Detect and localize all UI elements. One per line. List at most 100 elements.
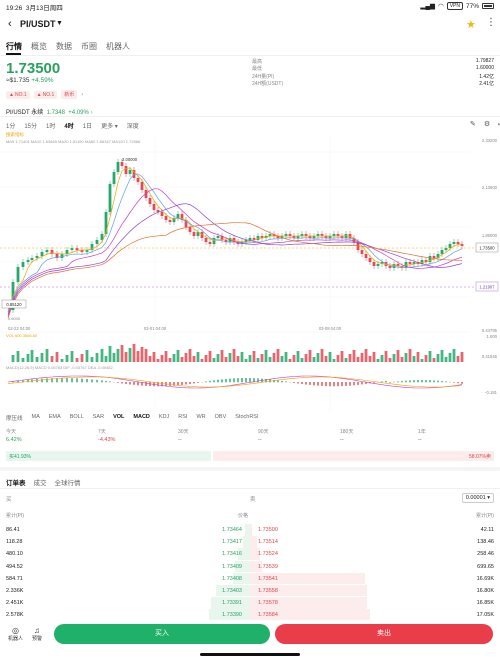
y-tick-label: 2.33200 xyxy=(482,138,498,143)
new-coin-badge[interactable]: 新币 xyxy=(61,90,78,99)
indicator-tab[interactable]: SAR xyxy=(93,414,104,422)
candle xyxy=(248,238,252,240)
tab-overview[interactable]: 概览 xyxy=(31,41,47,52)
orderbook-row[interactable]: 118.28 1.73417 1.73514 138.46 xyxy=(6,536,494,548)
tab-coin-circle[interactable]: 币圈 xyxy=(81,41,97,52)
orderbook-row[interactable]: 86.41 1.73464 1.73500 42.11 xyxy=(6,524,494,536)
sell-button[interactable]: 卖出 xyxy=(275,624,493,644)
macd-bar xyxy=(357,382,359,385)
macd-bar xyxy=(193,382,195,384)
candle xyxy=(26,260,30,262)
status-time: 19:26 xyxy=(6,5,23,12)
tf-1d[interactable]: 1日 xyxy=(83,121,92,130)
indicator-tab[interactable]: MA xyxy=(32,414,40,422)
alert-button[interactable]: ♫ 预警 xyxy=(32,626,42,642)
tf-15m[interactable]: 15分 xyxy=(24,121,37,130)
chevron-right-icon[interactable]: › xyxy=(81,92,83,98)
candle xyxy=(40,252,44,256)
volume-bar xyxy=(132,344,136,362)
candle xyxy=(256,236,260,240)
precision-select[interactable]: 0.00001 ▾ xyxy=(461,493,494,503)
macd-bar xyxy=(445,381,447,383)
settings-icon[interactable]: ⚙ xyxy=(484,120,490,128)
performance-cell: 7天 -4.43% xyxy=(98,429,116,443)
volume-bar xyxy=(85,350,89,362)
volume-bar xyxy=(40,353,44,362)
volume-bar xyxy=(228,353,232,362)
indicator-tab[interactable]: OBV xyxy=(215,414,227,422)
indicator-tab[interactable]: KDJ xyxy=(159,414,169,422)
volume-bar xyxy=(136,351,140,362)
indicator-tab[interactable]: BOLL xyxy=(70,414,84,422)
macd-bar xyxy=(341,382,343,387)
indicator-tab[interactable]: StochRSI xyxy=(235,414,258,422)
candle xyxy=(60,254,64,258)
back-icon[interactable]: ‹ xyxy=(8,18,12,30)
macd-bar xyxy=(101,380,103,383)
caret-down-icon[interactable]: ▼ xyxy=(56,20,63,27)
indicator-tab[interactable]: EMA xyxy=(49,414,61,422)
tab-data[interactable]: 数据 xyxy=(56,41,72,52)
stat-row: 最低 1.60000 xyxy=(252,65,494,73)
volume-bar xyxy=(280,356,284,362)
macd-bar xyxy=(81,378,83,383)
indicator-tab[interactable]: RSI xyxy=(178,414,187,422)
volume-bar xyxy=(104,356,108,362)
indicator-label: 搜索指标 xyxy=(6,132,24,138)
tf-1m[interactable]: 1分 xyxy=(6,121,15,130)
volume-bar xyxy=(100,349,104,362)
macd-bar xyxy=(117,382,119,383)
ask-quantity: 42.11 xyxy=(480,527,494,533)
bid-price: 1.73409 xyxy=(222,563,242,570)
orderbook-row[interactable]: 494.52 1.73409 1.73539 699.65 xyxy=(6,560,494,573)
macd-bar xyxy=(409,380,411,383)
y-tick-label: 1.86000 xyxy=(482,233,498,238)
macd-bar xyxy=(185,382,187,385)
tf-depth[interactable]: 深度 xyxy=(127,121,139,130)
buy-button[interactable]: 买入 xyxy=(54,624,270,644)
indicator-tab[interactable]: WR xyxy=(196,414,205,422)
macd-bar xyxy=(197,382,199,383)
macd-bar xyxy=(129,382,131,385)
bid-price: 1.73390 xyxy=(222,612,242,619)
pair-selector[interactable]: PI/USDT xyxy=(20,19,56,29)
orderbook-rows: 86.41 1.73464 1.73500 42.11 118.28 1.73417 1.7… xyxy=(6,524,494,622)
tab-global[interactable]: 全球行情 xyxy=(55,477,81,487)
rank-badge[interactable]: ▲NO.1 xyxy=(33,90,58,99)
orderbook-row[interactable]: 584.71 1.73408 1.73541 16.69K xyxy=(6,572,494,585)
candle xyxy=(148,198,152,204)
tf-1h[interactable]: 1时 xyxy=(46,121,55,130)
more-icon[interactable]: ⋮ xyxy=(486,17,496,28)
tab-robot[interactable]: 机器人 xyxy=(106,41,130,52)
tf-4h[interactable]: 4时 xyxy=(64,121,73,130)
macd-bar xyxy=(245,378,247,383)
candlestick-chart[interactable]: 搜索指标MA5 1.71401 MA10 1.63665 MA20 1.5119… xyxy=(0,132,500,417)
last-price-tag-text: 1.73500 xyxy=(479,246,495,251)
tab-orderbook[interactable]: 订单表 xyxy=(6,477,26,487)
indicator-tab[interactable]: 摩压线 xyxy=(6,414,23,422)
candle xyxy=(188,227,192,232)
status-bar: 19:26 3月13日周四 ▂▄▆ ◠ VPN 77% xyxy=(0,0,500,12)
perpetual-link[interactable]: PI/USDT 永续 1.7348 +4.09% › xyxy=(6,107,92,116)
divider xyxy=(0,488,500,489)
orderbook-row[interactable]: 480.10 1.73416 1.73524 258.46 xyxy=(6,548,494,560)
orderbook-row[interactable]: 2.336K 1.73403 1.73558 16.80K xyxy=(6,584,494,597)
volume-bar xyxy=(360,353,364,362)
candle xyxy=(112,172,116,184)
macd-bar xyxy=(205,381,207,383)
star-icon[interactable]: ★ xyxy=(466,18,476,31)
tab-market[interactable]: 行情 xyxy=(6,41,22,52)
macd-bar xyxy=(221,379,223,383)
indicator-tab[interactable]: VOL xyxy=(113,414,124,422)
draw-icon[interactable]: ✎ xyxy=(470,120,476,128)
ask-price: 1.73558 xyxy=(258,587,278,594)
indicator-tab[interactable]: MACD xyxy=(133,414,150,422)
rank-badge[interactable]: ▲NO.1 xyxy=(6,90,30,99)
tf-more[interactable]: 更多 ▾ xyxy=(101,121,118,130)
volume-bar xyxy=(248,355,252,362)
bid-price: 1.73391 xyxy=(222,600,242,607)
tab-trades[interactable]: 成交 xyxy=(34,477,47,487)
robot-button[interactable]: ◎ 机器人 xyxy=(8,626,23,642)
orderbook-row[interactable]: 2.451K 1.73391 1.73578 16.85K xyxy=(6,597,494,609)
volume-bar xyxy=(392,354,396,362)
